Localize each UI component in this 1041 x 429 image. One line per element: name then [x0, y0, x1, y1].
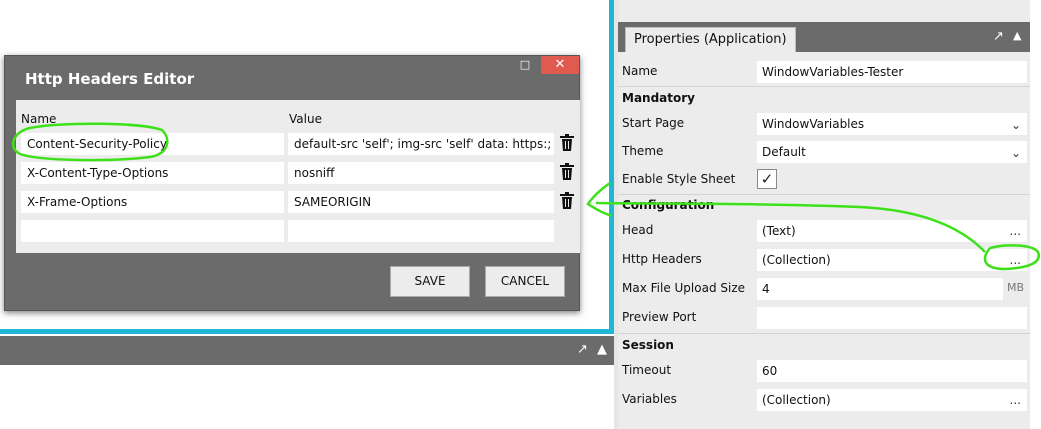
theme-select[interactable]: Default ⌄ [757, 141, 1027, 163]
header-value-cell[interactable]: nosniff [288, 162, 554, 184]
properties-tab-strip: Properties (Application) ↗ ▲ [618, 22, 1030, 52]
tab-properties-application[interactable]: Properties (Application) [625, 27, 796, 52]
preview-port-field[interactable] [757, 307, 1027, 329]
property-label: Head [622, 223, 654, 237]
max-upload-field[interactable]: 4 [757, 278, 1003, 300]
property-row-head: Head (Text) ... [618, 216, 1030, 244]
variables-field[interactable]: (Collection) ... [757, 389, 1027, 411]
http-headers-field[interactable]: (Collection) ... [757, 249, 1027, 271]
start-page-value: WindowVariables [762, 117, 865, 131]
property-row-name: Name WindowVariables-Tester [618, 57, 1030, 85]
property-label: Name [622, 64, 658, 78]
chevron-down-icon: ⌄ [1010, 118, 1021, 132]
close-button[interactable]: ✕ [541, 56, 579, 74]
enable-style-checkbox[interactable]: ✓ [757, 169, 777, 189]
property-label: Start Page [622, 116, 685, 130]
section-configuration: Configuration [622, 198, 715, 212]
http-headers-editor-dialog: Http Headers Editor □ ✕ Name Value Conte… [4, 55, 580, 311]
property-label: Enable Style Sheet [622, 172, 736, 186]
property-row-theme: Theme Default ⌄ [618, 137, 1030, 165]
property-label: Theme [622, 144, 664, 158]
save-button[interactable]: SAVE [390, 266, 470, 297]
pin-icon[interactable]: ▲ [1013, 29, 1021, 42]
start-page-select[interactable]: WindowVariables ⌄ [757, 113, 1027, 135]
property-row-start-page: Start Page WindowVariables ⌄ [618, 109, 1030, 137]
lower-panel-header: ↗ ▲ [0, 336, 614, 365]
property-label: Variables [622, 392, 677, 406]
dialog-title: Http Headers Editor [25, 70, 195, 88]
delete-row-icon[interactable] [559, 163, 575, 181]
property-row-http-headers: Http Headers (Collection) ... [618, 245, 1030, 273]
new-header-name-cell[interactable] [21, 220, 284, 242]
property-row-enable-style: Enable Style Sheet ✓ [618, 165, 1030, 193]
property-row-max-upload: Max File Upload Size 4 MB [618, 274, 1030, 302]
canvas-selection-border-bottom [0, 329, 614, 334]
unit-label: MB [1007, 281, 1025, 294]
name-field[interactable]: WindowVariables-Tester [757, 61, 1027, 83]
head-field[interactable]: (Text) ... [757, 220, 1027, 242]
new-header-value-cell[interactable] [288, 220, 554, 242]
http-headers-ellipsis-button[interactable]: ... [1010, 249, 1021, 271]
column-header-value: Value [289, 112, 322, 126]
property-label: Preview Port [622, 310, 697, 324]
cancel-button[interactable]: CANCEL [485, 266, 565, 297]
column-header-name: Name [21, 112, 57, 126]
section-session: Session [622, 338, 674, 352]
theme-value: Default [762, 145, 806, 159]
header-name-cell[interactable]: X-Content-Type-Options [21, 162, 284, 184]
property-label: Max File Upload Size [622, 281, 746, 295]
head-value: (Text) [762, 224, 796, 238]
ellipsis-button[interactable]: ... [1010, 389, 1021, 411]
properties-top-strip [618, 0, 1030, 20]
property-label: Http Headers [622, 252, 702, 266]
section-mandatory: Mandatory [622, 91, 695, 105]
delete-row-icon[interactable] [559, 134, 575, 152]
headers-grid: Name Value Content-Security-Policy defau… [16, 100, 580, 253]
pin-icon[interactable]: ▲ [597, 342, 607, 357]
float-icon[interactable]: ↗ [993, 29, 1004, 44]
variables-value: (Collection) [762, 393, 831, 407]
property-row-variables: Variables (Collection) ... [618, 385, 1030, 413]
property-row-preview-port: Preview Port [618, 303, 1030, 331]
property-label: Timeout [622, 363, 672, 377]
minimize-button[interactable]: □ [510, 56, 540, 74]
http-headers-value: (Collection) [762, 253, 831, 267]
delete-row-icon[interactable] [559, 192, 575, 210]
property-row-timeout: Timeout 60 [618, 356, 1030, 384]
float-icon[interactable]: ↗ [577, 342, 588, 357]
timeout-field[interactable]: 60 [757, 360, 1027, 382]
chevron-down-icon: ⌄ [1010, 146, 1021, 160]
properties-panel: Properties (Application) ↗ ▲ Name Window… [618, 0, 1030, 429]
lower-panel-body [0, 365, 614, 429]
window-edge [1030, 0, 1041, 429]
header-name-cell[interactable]: X-Frame-Options [21, 191, 284, 213]
header-value-cell[interactable]: default-src 'self'; img-src 'self' data:… [288, 133, 554, 155]
header-value-cell[interactable]: SAMEORIGIN [288, 191, 554, 213]
ellipsis-button[interactable]: ... [1010, 220, 1021, 242]
header-name-cell[interactable]: Content-Security-Policy [21, 133, 284, 155]
